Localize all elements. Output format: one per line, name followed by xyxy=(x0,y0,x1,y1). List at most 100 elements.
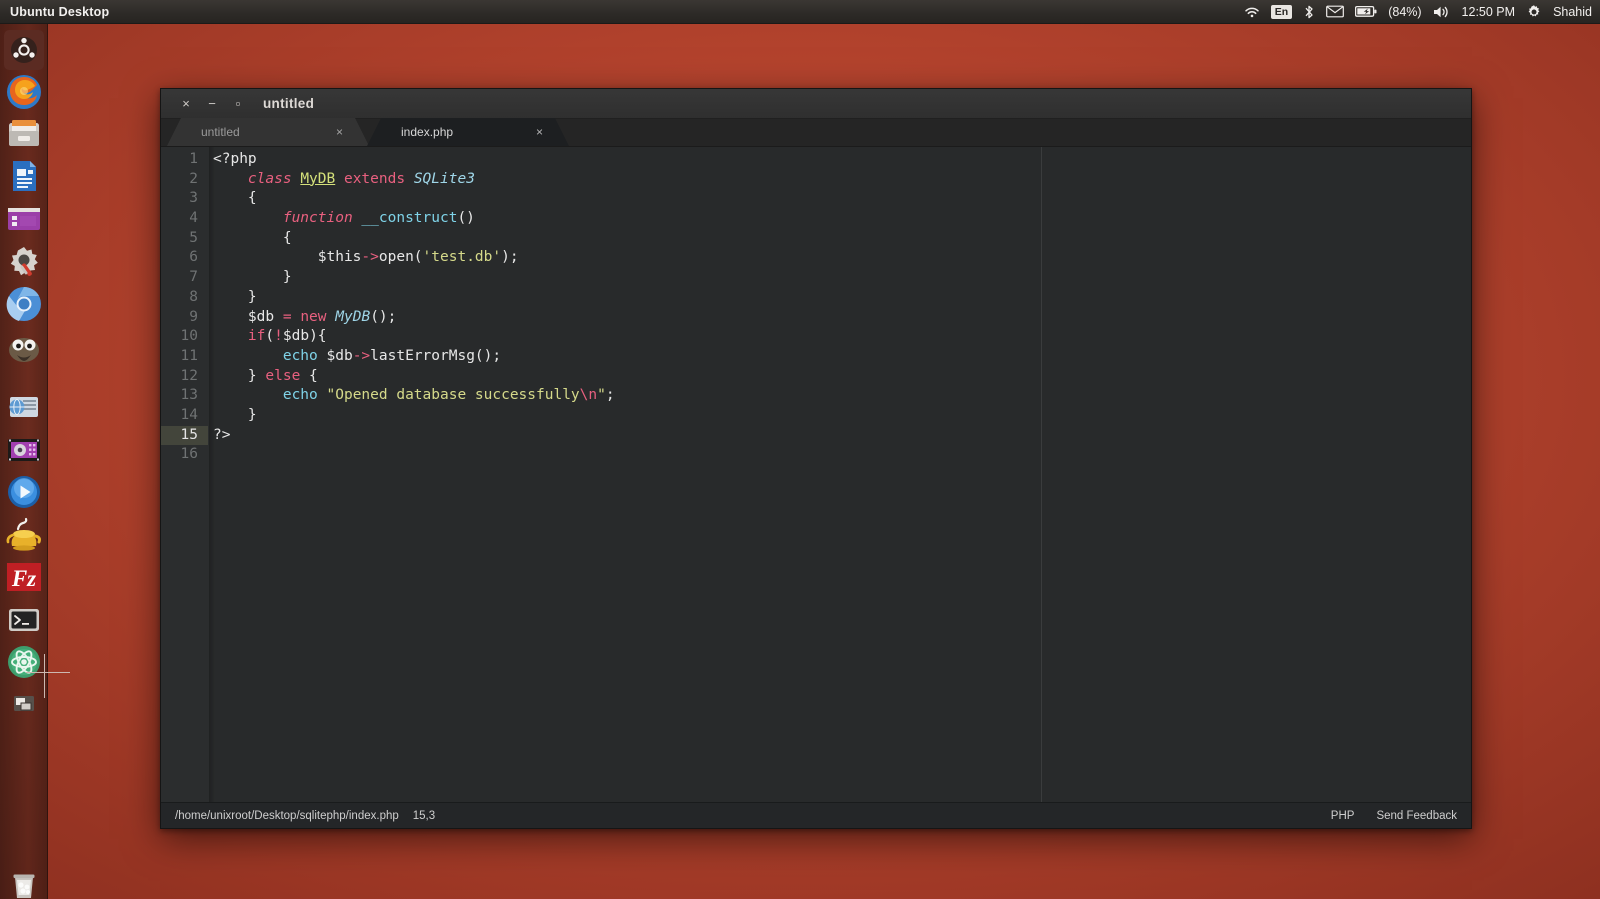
launcher-item-trash[interactable] xyxy=(4,864,44,899)
launcher-item-ubuntu-dash-home[interactable] xyxy=(4,30,44,70)
code-line-7: } xyxy=(282,269,292,286)
minimize-icon[interactable]: − xyxy=(199,93,225,115)
filezilla-icon: Fz xyxy=(7,563,41,591)
launcher-item-files[interactable] xyxy=(4,114,44,154)
code-line-2: class MyDB extends SQLite3 xyxy=(247,170,475,187)
volume-icon[interactable] xyxy=(1433,0,1451,24)
code-line-15: ?> xyxy=(213,426,231,443)
keyboard-layout-label: En xyxy=(1270,4,1293,19)
clock[interactable]: 12:50 PM xyxy=(1462,5,1516,19)
line-number: 6 xyxy=(189,249,198,266)
line-number: 13 xyxy=(180,387,198,404)
code-line-6: $this->open('test.db'); xyxy=(317,249,519,266)
launcher-item-terminal[interactable] xyxy=(4,600,44,640)
line-number: 12 xyxy=(180,367,198,384)
geany-icon xyxy=(6,517,41,551)
code-line-4: function __construct() xyxy=(282,210,475,227)
line-number: 1 xyxy=(189,151,198,167)
code-line-3: { xyxy=(247,190,257,207)
code-content[interactable]: <?php class MyDB extends SQLite3 { funct… xyxy=(209,147,1471,802)
ubuntu-software-icon xyxy=(8,208,40,230)
tab-label: index.php xyxy=(401,125,454,139)
code-line-10: if(!$db){ xyxy=(247,328,327,345)
window-titlebar[interactable]: × − ▫ untitled xyxy=(161,89,1471,119)
battery-icon[interactable] xyxy=(1355,0,1377,24)
battery-percent: (84%) xyxy=(1388,4,1422,19)
atom-icon xyxy=(8,646,40,678)
launcher-item-media-player[interactable] xyxy=(4,430,44,470)
launcher-item-filezilla[interactable]: Fz xyxy=(4,557,44,597)
line-number: 2 xyxy=(189,170,198,187)
launcher-item-workspace-switcher[interactable] xyxy=(4,684,44,724)
video-player-icon xyxy=(8,476,40,508)
wifi-icon[interactable] xyxy=(1244,0,1260,24)
code-line-5: { xyxy=(282,229,292,246)
editor-tab-bar: untitled × index.php × xyxy=(161,118,1471,147)
tab-label: untitled xyxy=(201,125,240,139)
line-number: 11 xyxy=(180,347,198,364)
gear-icon[interactable] xyxy=(1526,0,1542,24)
firefox-icon xyxy=(7,75,41,109)
status-grammar[interactable]: PHP xyxy=(1331,810,1355,822)
code-line-11: echo $db->lastErrorMsg(); xyxy=(282,347,502,364)
launcher-item-video-player[interactable] xyxy=(4,472,44,512)
line-number: 5 xyxy=(189,229,198,246)
code-line-8: } xyxy=(247,288,257,305)
help-icon xyxy=(9,397,38,417)
mail-icon[interactable] xyxy=(1326,0,1345,24)
status-file-path[interactable]: /home/unixroot/Desktop/sqlitephp/index.p… xyxy=(175,810,399,822)
code-line-13: echo "Opened database successfully\n"; xyxy=(282,387,615,404)
launcher-item-libreoffice-writer[interactable] xyxy=(4,156,44,196)
launcher-item-geany[interactable] xyxy=(4,515,44,555)
line-number: 14 xyxy=(180,406,198,423)
files-icon xyxy=(9,120,39,146)
tab-untitled[interactable]: untitled × xyxy=(167,118,369,146)
trash-icon xyxy=(13,874,35,898)
code-editor[interactable]: 1 2 3 4 5 6 7 8 9 10 11 12 13 14 15 16 <… xyxy=(161,147,1471,802)
launcher-item-gimp[interactable] xyxy=(4,326,44,366)
code-line-12: } else { xyxy=(247,367,318,384)
line-number-active: 15 xyxy=(161,425,208,446)
ubuntu-dash-home-icon xyxy=(4,30,44,70)
indicator-area: En (84%) 12:50 PM Shahid xyxy=(1244,0,1600,24)
keyboard-layout-indicator[interactable]: En xyxy=(1270,0,1293,24)
svg-text:Fz: Fz xyxy=(11,566,36,591)
maximize-icon[interactable]: ▫ xyxy=(225,93,251,115)
app-menu-title[interactable]: Ubuntu Desktop xyxy=(0,5,109,19)
bluetooth-icon[interactable] xyxy=(1303,0,1315,24)
launcher-item-help[interactable] xyxy=(4,387,44,427)
chromium-icon xyxy=(6,287,41,321)
line-number: 7 xyxy=(189,269,198,286)
line-number: 8 xyxy=(189,288,198,305)
workspace-switcher-icon xyxy=(14,696,34,711)
system-settings-icon xyxy=(10,247,38,276)
window-title: untitled xyxy=(263,96,315,111)
send-feedback-link[interactable]: Send Feedback xyxy=(1376,810,1457,822)
line-number-gutter: 1 2 3 4 5 6 7 8 9 10 11 12 13 14 15 16 xyxy=(161,147,209,802)
status-cursor-position[interactable]: 15,3 xyxy=(413,810,435,822)
media-player-icon xyxy=(8,439,40,461)
code-line-14: } xyxy=(247,406,257,423)
libreoffice-writer-icon xyxy=(13,161,36,191)
launcher-item-chromium[interactable] xyxy=(4,284,44,324)
code-line-9: $db = new MyDB(); xyxy=(247,308,397,325)
terminal-icon xyxy=(9,609,39,631)
launcher-item-atom[interactable] xyxy=(4,642,44,682)
tab-index-php[interactable]: index.php × xyxy=(367,118,569,146)
line-number: 4 xyxy=(189,210,198,227)
user-name[interactable]: Shahid xyxy=(1553,5,1592,19)
launcher-item-system-settings[interactable] xyxy=(4,241,44,281)
line-number: 16 xyxy=(180,446,198,463)
close-icon[interactable]: × xyxy=(173,93,199,115)
line-number: 3 xyxy=(189,190,198,207)
tab-close-icon[interactable]: × xyxy=(536,125,543,139)
line-number: 9 xyxy=(189,308,198,325)
status-bar: /home/unixroot/Desktop/sqlitephp/index.p… xyxy=(161,802,1471,828)
launcher-item-ubuntu-software[interactable] xyxy=(4,199,44,239)
launcher-item-firefox[interactable] xyxy=(4,72,44,112)
wrap-guide xyxy=(1041,147,1042,802)
mouse-crosshair-cursor xyxy=(26,654,70,698)
gimp-icon xyxy=(9,338,39,362)
tab-close-icon[interactable]: × xyxy=(336,125,343,139)
